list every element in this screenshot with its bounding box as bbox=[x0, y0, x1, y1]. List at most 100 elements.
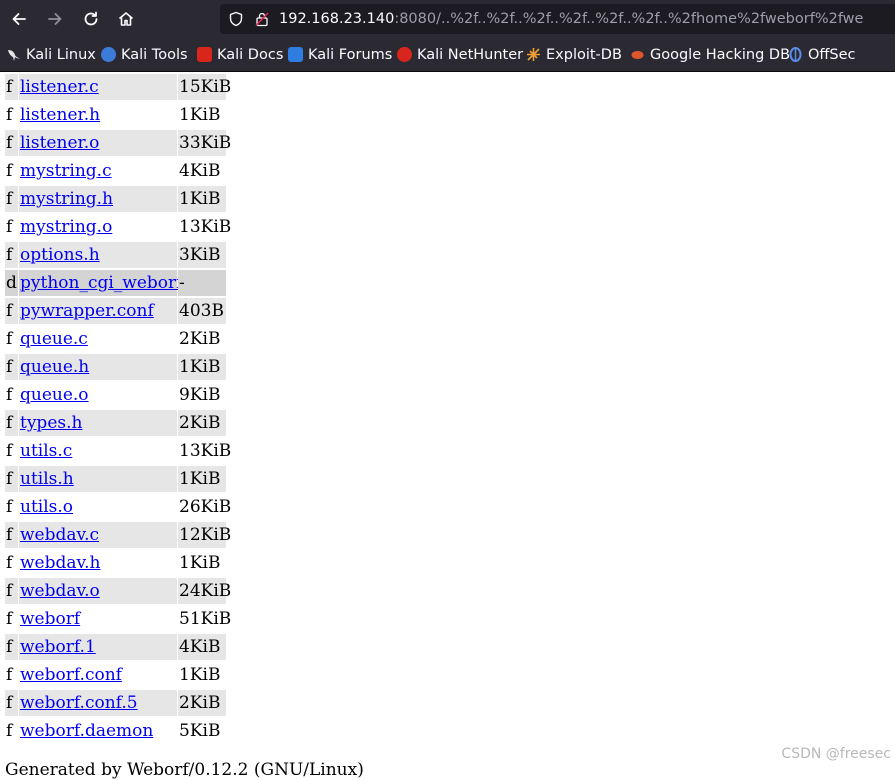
url-path: :8080/..%2f..%2f..%2f..%2f..%2f..%2f..%2… bbox=[394, 11, 864, 27]
entry-type: f bbox=[6, 441, 13, 461]
entry-type: f bbox=[5, 578, 18, 604]
entry-type: f bbox=[6, 553, 13, 573]
bookmark-label: Kali Linux bbox=[26, 46, 96, 63]
bookmark-label: OffSec bbox=[808, 46, 856, 63]
entry-size: 1KiB bbox=[179, 105, 221, 125]
bookmark-kali-tools[interactable]: Kali Tools bbox=[101, 38, 188, 71]
entry-name-cell: pywrapper.conf bbox=[19, 298, 177, 324]
bookmark-label: Exploit-DB bbox=[546, 46, 622, 63]
file-link[interactable]: pywrapper.conf bbox=[20, 301, 154, 321]
file-link[interactable]: mystring.o bbox=[20, 217, 112, 237]
file-link[interactable]: utils.h bbox=[20, 469, 74, 489]
file-link[interactable]: utils.o bbox=[20, 497, 73, 517]
reload-button[interactable] bbox=[77, 5, 105, 33]
nethunter-icon bbox=[397, 47, 412, 62]
back-button[interactable] bbox=[5, 5, 33, 33]
entry-type: f bbox=[6, 217, 13, 237]
file-link[interactable]: webdav.h bbox=[20, 553, 100, 573]
entry-type: f bbox=[6, 385, 13, 405]
file-link[interactable]: queue.o bbox=[20, 385, 89, 405]
entry-size: - bbox=[178, 270, 226, 296]
entry-size: 12KiB bbox=[178, 522, 231, 548]
insecure-lock-icon[interactable] bbox=[254, 11, 270, 27]
entry-name-cell: webdav.h bbox=[19, 550, 177, 576]
file-link[interactable]: mystring.h bbox=[20, 189, 113, 209]
entry-name-cell: mystring.o bbox=[19, 214, 177, 240]
bookmark-exploit-db[interactable]: Exploit-DB bbox=[526, 38, 622, 71]
bookmark-google-hacking-db[interactable]: Google Hacking DB bbox=[630, 38, 790, 71]
bookmark-kali-nethunter[interactable]: Kali NetHunter bbox=[397, 38, 523, 71]
file-link[interactable]: listener.o bbox=[20, 133, 99, 153]
file-link[interactable]: weborf.conf.5 bbox=[20, 693, 138, 713]
bookmark-label: Google Hacking DB bbox=[650, 46, 791, 63]
entry-type: f bbox=[6, 609, 13, 629]
entry-size: 403B bbox=[178, 298, 226, 324]
entry-type: f bbox=[6, 105, 13, 125]
browser-toolbar: 192.168.23.140:8080/..%2f..%2f..%2f..%2f… bbox=[0, 0, 895, 38]
entry-name-cell: weborf bbox=[19, 606, 177, 632]
entry-type: f bbox=[5, 74, 18, 100]
entry-size: 1KiB bbox=[179, 665, 221, 685]
file-link[interactable]: weborf.daemon bbox=[20, 721, 153, 741]
offsec-icon bbox=[788, 47, 803, 62]
bookmark-kali-forums[interactable]: Kali Forums bbox=[288, 38, 392, 71]
directory-link[interactable]: python_cgi_weborf/ bbox=[20, 273, 188, 293]
entry-name-cell: utils.c bbox=[19, 438, 177, 464]
bookmark-offsec[interactable]: OffSec bbox=[788, 38, 856, 71]
bookmarks-toolbar: Kali Linux Kali Tools Kali Docs Kali For… bbox=[0, 38, 895, 72]
file-link[interactable]: mystring.c bbox=[20, 161, 112, 181]
file-link[interactable]: weborf.1 bbox=[20, 637, 96, 657]
entry-type: f bbox=[5, 522, 18, 548]
entry-name-cell: weborf.conf bbox=[19, 662, 177, 688]
entry-size: 4KiB bbox=[179, 161, 221, 181]
home-icon bbox=[118, 12, 134, 26]
entry-name-cell: queue.c bbox=[19, 326, 177, 352]
bookmark-label: Kali Docs bbox=[217, 46, 284, 63]
file-link[interactable]: utils.c bbox=[20, 441, 72, 461]
file-link[interactable]: listener.c bbox=[20, 77, 99, 97]
entry-name-cell: listener.h bbox=[19, 102, 177, 128]
bookmark-kali-linux[interactable]: Kali Linux bbox=[6, 38, 96, 71]
file-link[interactable]: weborf.conf bbox=[20, 665, 122, 685]
kali-forums-icon bbox=[288, 47, 303, 62]
forward-arrow-icon bbox=[48, 13, 62, 25]
entry-type: f bbox=[5, 242, 18, 268]
entry-type: f bbox=[5, 298, 18, 324]
entry-type: f bbox=[5, 130, 18, 156]
file-link[interactable]: weborf bbox=[20, 609, 80, 629]
url-host: 192.168.23.140 bbox=[279, 11, 395, 27]
ghdb-icon bbox=[630, 47, 645, 62]
file-link[interactable]: listener.h bbox=[20, 105, 100, 125]
kali-dragon-icon bbox=[6, 47, 21, 62]
file-link[interactable]: webdav.o bbox=[20, 581, 100, 601]
bookmark-label: Kali Tools bbox=[121, 46, 188, 63]
entry-type: f bbox=[6, 329, 13, 349]
entry-name-cell: listener.o bbox=[19, 130, 177, 156]
file-link[interactable]: options.h bbox=[20, 245, 100, 265]
entry-name-cell: listener.c bbox=[19, 74, 177, 100]
bookmark-label: Kali Forums bbox=[308, 46, 393, 63]
entry-name-cell: options.h bbox=[19, 242, 177, 268]
entry-size: 2KiB bbox=[179, 329, 221, 349]
entry-size: 15KiB bbox=[178, 74, 231, 100]
forward-button[interactable] bbox=[41, 5, 69, 33]
file-link[interactable]: types.h bbox=[20, 413, 82, 433]
url-bar[interactable]: 192.168.23.140:8080/..%2f..%2f..%2f..%2f… bbox=[220, 4, 895, 34]
file-link[interactable]: queue.h bbox=[20, 357, 89, 377]
entry-type: f bbox=[5, 354, 18, 380]
entry-size: 26KiB bbox=[179, 497, 232, 517]
entry-name-cell: queue.h bbox=[19, 354, 177, 380]
back-arrow-icon bbox=[12, 13, 26, 25]
entry-name-cell: types.h bbox=[19, 410, 177, 436]
bookmark-kali-docs[interactable]: Kali Docs bbox=[197, 38, 283, 71]
file-link[interactable]: queue.c bbox=[20, 329, 88, 349]
shield-icon[interactable] bbox=[228, 11, 244, 27]
file-link[interactable]: webdav.c bbox=[20, 525, 99, 545]
watermark: CSDN @freesec bbox=[781, 746, 891, 762]
entry-type: f bbox=[5, 410, 18, 436]
entry-name-cell: weborf.daemon bbox=[19, 718, 177, 744]
reload-icon bbox=[84, 11, 98, 26]
home-button[interactable] bbox=[112, 5, 140, 33]
entry-name-cell: mystring.c bbox=[19, 158, 177, 184]
entry-name-cell: weborf.conf.5 bbox=[19, 690, 177, 716]
